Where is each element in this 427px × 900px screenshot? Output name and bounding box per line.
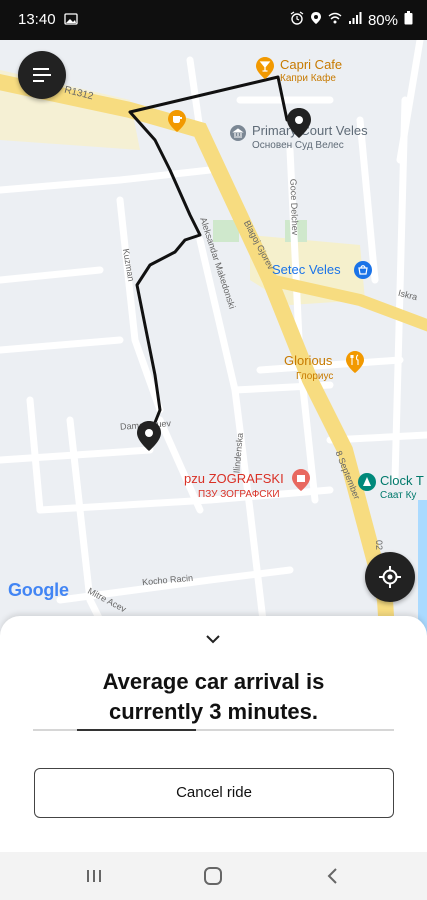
crosshair-icon — [379, 566, 401, 588]
place-setec-name: Setec Veles — [272, 262, 341, 277]
google-logo-text: Google — [8, 580, 69, 600]
court-pin-icon — [230, 125, 246, 141]
cocktail-pin-icon — [256, 57, 274, 79]
image-icon — [64, 12, 78, 29]
menu-icon — [33, 68, 51, 82]
place-clock-name: Clock T — [380, 473, 424, 488]
location-icon — [310, 11, 322, 29]
alarm-icon — [290, 11, 304, 29]
google-logo: Google — [8, 580, 69, 601]
place-primary-court-name-mk: Основен Суд Велес — [252, 140, 344, 151]
signal-icon — [348, 11, 362, 29]
battery-text: 80% — [367, 11, 398, 29]
pharmacy-pin-icon — [292, 469, 310, 491]
status-bar: 13:40 80% — [0, 0, 427, 40]
bottom-sheet — [0, 616, 427, 856]
place-pzu-name: pzu ZOGRAFSKI — [184, 471, 284, 486]
place-glorious-name-mk: Глориус — [296, 371, 334, 382]
recent-apps-icon[interactable] — [84, 864, 104, 888]
restaurant-pin-icon — [346, 351, 364, 373]
wifi-icon — [328, 11, 342, 29]
menu-button[interactable] — [18, 51, 66, 99]
system-nav-bar — [0, 852, 427, 900]
arrival-line-1: Average car arrival is — [102, 669, 325, 694]
place-capri-cafe-name: Capri Cafe — [280, 57, 343, 72]
home-icon[interactable] — [201, 864, 225, 888]
search-progress-bar — [33, 729, 394, 731]
status-right: 80% — [290, 11, 413, 29]
place-pzu-name-mk: ПЗУ ЗОГРАФСКИ — [198, 489, 280, 500]
chevron-down-icon[interactable] — [203, 632, 223, 646]
destination-pin-icon[interactable] — [287, 108, 311, 138]
road-label-02: 02 — [374, 539, 385, 551]
battery-icon — [404, 11, 413, 29]
shop-pin-icon — [354, 261, 372, 279]
cafe-pin-icon — [168, 110, 186, 132]
back-icon[interactable] — [323, 864, 343, 888]
my-location-button[interactable] — [365, 552, 415, 602]
place-clock-name-mk: Саат Ку — [380, 490, 417, 501]
arrival-line-2: currently 3 minutes. — [108, 699, 319, 724]
pickup-pin-icon[interactable] — [137, 421, 161, 451]
arrival-message: Average car arrival is currently 3 minut… — [20, 667, 407, 727]
cancel-ride-button[interactable]: Cancel ride — [34, 768, 394, 818]
road-label-goce-delchev: Goce Delchev — [288, 178, 301, 236]
status-time: 13:40 — [18, 11, 56, 28]
landmark-pin-icon — [358, 473, 376, 491]
place-glorious-name: Glorious — [284, 353, 333, 368]
place-capri-cafe-name-mk: Капри Кафе — [280, 73, 336, 84]
search-progress-fill — [77, 729, 196, 731]
